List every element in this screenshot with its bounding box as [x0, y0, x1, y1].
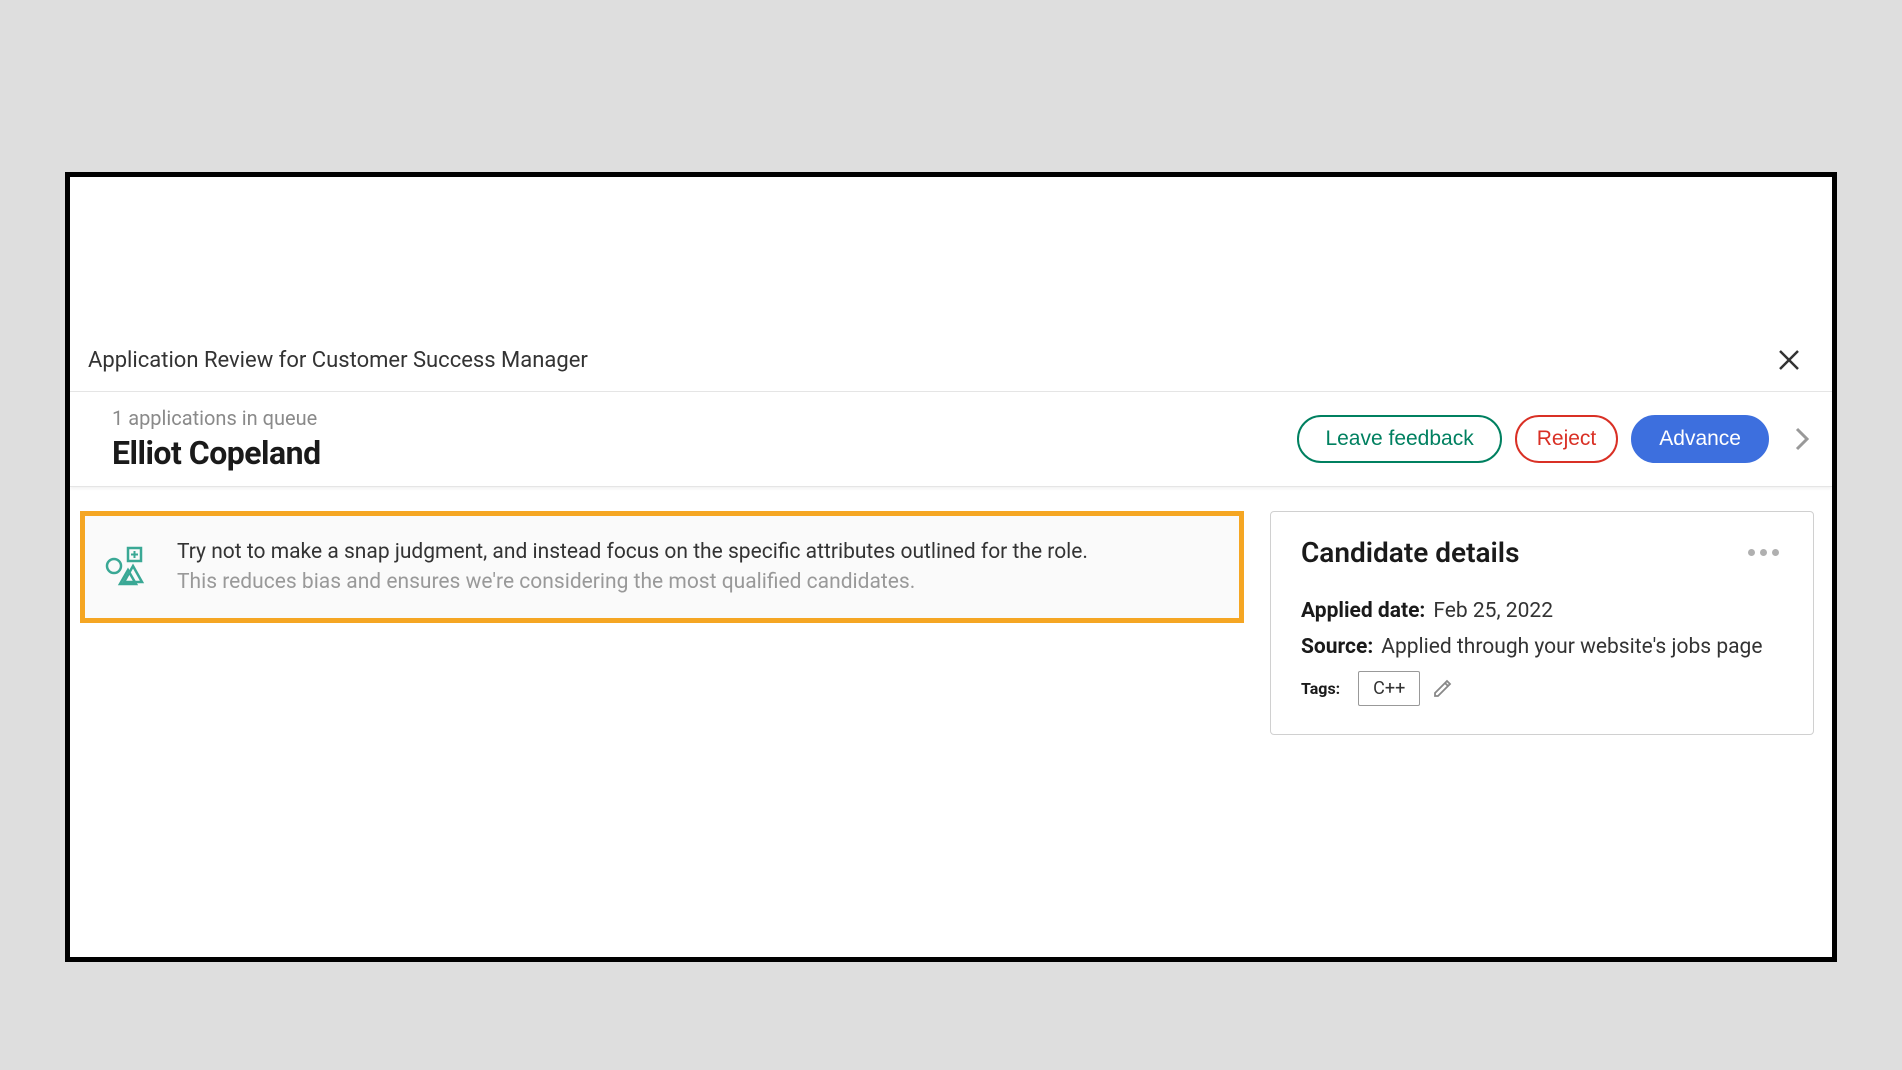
close-button[interactable]: [1774, 345, 1804, 375]
banner-primary-text: Try not to make a snap judgment, and ins…: [177, 540, 1088, 564]
header-bar: Application Review for Customer Success …: [70, 327, 1832, 392]
tags-row: Tags: C++: [1301, 671, 1783, 706]
panel-title: Candidate details: [1301, 536, 1519, 569]
next-button[interactable]: [1790, 422, 1814, 456]
banner-secondary-text: This reduces bias and ensures we're cons…: [177, 570, 1088, 594]
queue-count: 1 applications in queue: [112, 406, 321, 430]
leave-feedback-button[interactable]: Leave feedback: [1297, 415, 1501, 463]
more-options-button[interactable]: [1744, 545, 1783, 560]
candidate-details-panel: Candidate details Applied date: Feb 25, …: [1270, 511, 1814, 735]
chevron-right-icon: [1794, 426, 1810, 452]
application-review-window: Application Review for Customer Success …: [65, 172, 1837, 962]
applied-date-row: Applied date: Feb 25, 2022: [1301, 599, 1783, 623]
reject-button[interactable]: Reject: [1515, 415, 1619, 463]
applied-date-value: Feb 25, 2022: [1433, 599, 1553, 623]
panel-header: Candidate details: [1301, 536, 1783, 569]
bias-reminder-banner: Try not to make a snap judgment, and ins…: [80, 511, 1244, 623]
tags-label: Tags:: [1301, 679, 1340, 698]
banner-text: Try not to make a snap judgment, and ins…: [177, 540, 1088, 594]
candidate-bar: 1 applications in queue Elliot Copeland …: [70, 392, 1832, 487]
page-title: Application Review for Customer Success …: [88, 348, 588, 373]
tag-item: C++: [1358, 671, 1420, 706]
candidate-name: Elliot Copeland: [112, 434, 321, 472]
source-value: Applied through your website's jobs page: [1381, 635, 1762, 659]
close-icon: [1778, 349, 1800, 371]
edit-tags-button[interactable]: [1430, 677, 1454, 701]
content-area: Try not to make a snap judgment, and ins…: [70, 487, 1832, 735]
dots-icon: [1748, 549, 1755, 556]
pencil-icon: [1432, 679, 1452, 699]
source-label: Source:: [1301, 635, 1373, 659]
source-row: Source: Applied through your website's j…: [1301, 635, 1783, 659]
action-buttons: Leave feedback Reject Advance: [1297, 415, 1814, 463]
applied-date-label: Applied date:: [1301, 599, 1425, 623]
shapes-icon: [105, 540, 147, 590]
candidate-info: 1 applications in queue Elliot Copeland: [112, 406, 321, 472]
advance-button[interactable]: Advance: [1631, 415, 1769, 463]
